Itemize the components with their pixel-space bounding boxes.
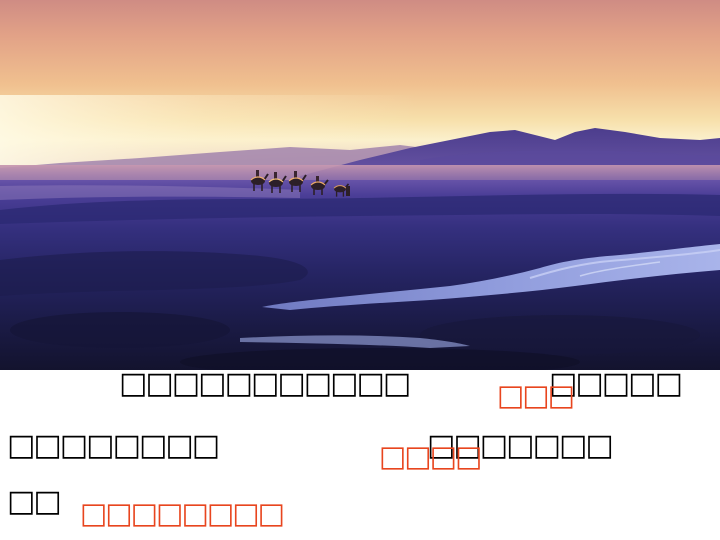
answer-3: □□□□□□□□ <box>80 496 286 530</box>
answer-1: □□□ <box>497 378 576 412</box>
line-1-text-left: □□□□□□□□□□□ <box>119 366 412 401</box>
slide: □□□□□□□□□□□ □□□□□ □□□ □□□□□□□□ □□□□□□□ □… <box>0 0 720 540</box>
answer-2: □□□□ <box>379 439 483 473</box>
desert-sunset-photo <box>0 0 720 370</box>
line-2-text-left: □□□□□□□□ <box>7 428 221 463</box>
line-3-text-left: □□ <box>7 484 62 519</box>
